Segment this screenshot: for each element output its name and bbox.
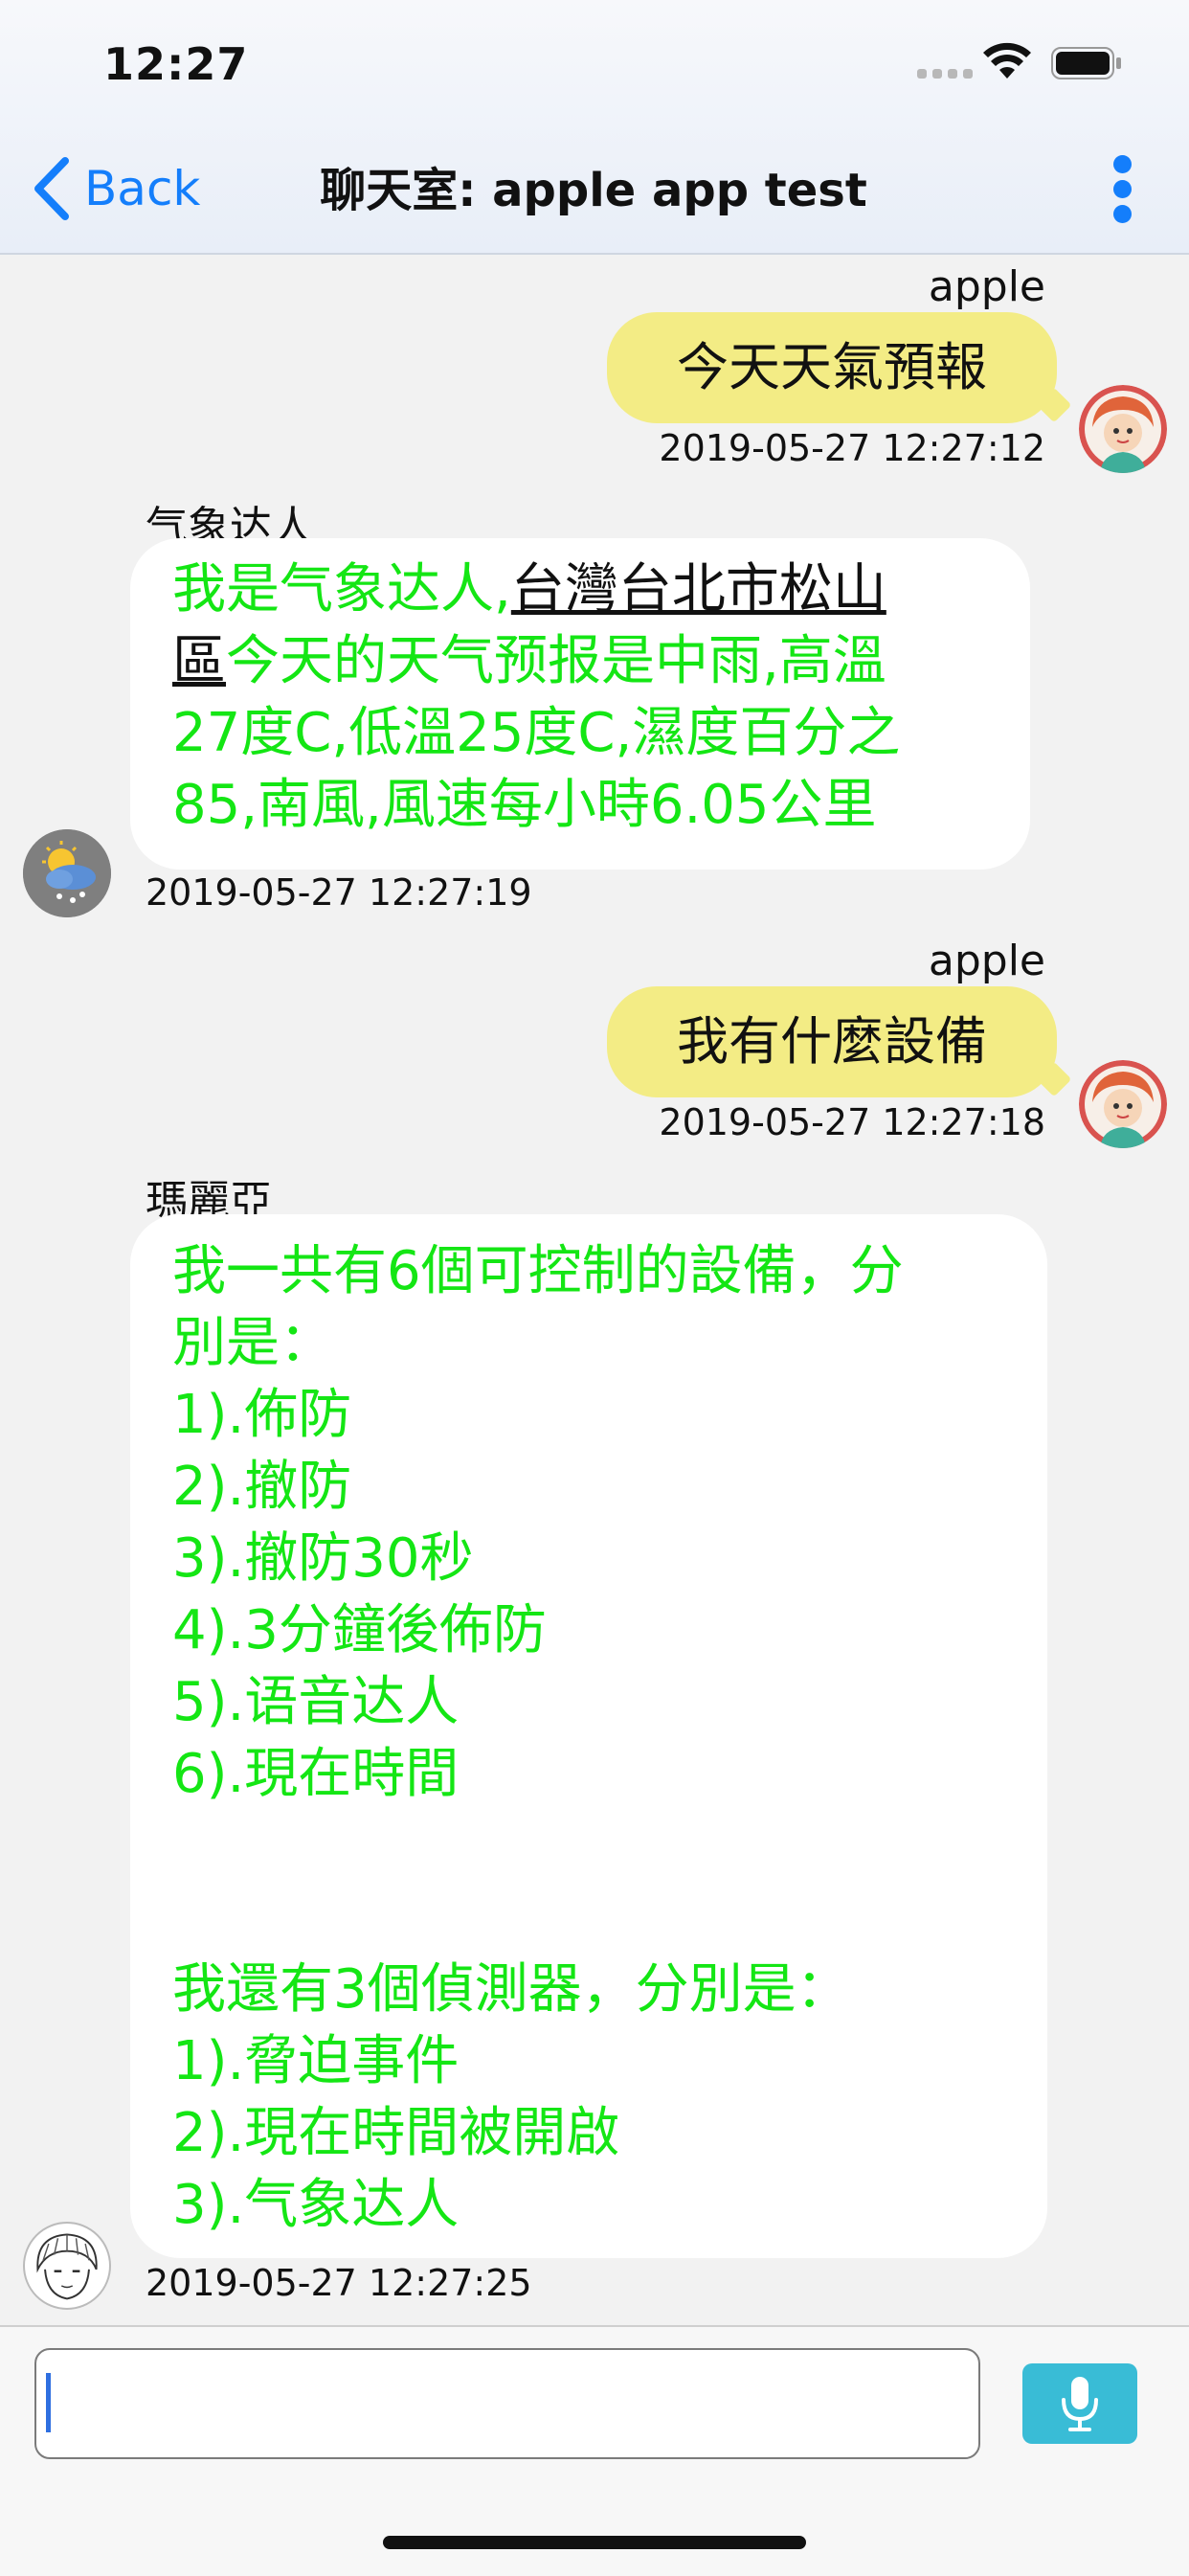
user-avatar-icon [1079, 1060, 1167, 1148]
more-vertical-icon [1113, 155, 1132, 173]
bot-message-bubble[interactable]: 我是气象达人,台灣台北市松山 區今天的天气预报是中雨,高溫 27度C,低溫25度… [130, 538, 1030, 870]
status-time: 12:27 [103, 38, 249, 90]
message-timestamp: 2019-05-27 12:27:18 [659, 1101, 1045, 1143]
battery-icon [1051, 47, 1121, 79]
message-sender: apple [928, 262, 1045, 311]
back-button[interactable]: Back [33, 153, 200, 224]
home-indicator [383, 2536, 806, 2549]
message-text: 我有什麼設備 [677, 1011, 987, 1072]
user-avatar-icon [1079, 385, 1167, 473]
my-message-bubble[interactable]: 今天天氣預報 [607, 312, 1057, 423]
more-options-button[interactable] [1101, 151, 1145, 226]
message-input-bar [0, 2325, 1189, 2576]
cellular-signal-icon [917, 69, 973, 80]
message-timestamp: 2019-05-27 12:27:25 [146, 2262, 532, 2304]
microphone-icon [1062, 2377, 1098, 2431]
sketch-face-icon [36, 2233, 98, 2300]
location-link[interactable]: 台灣台北市松山 [511, 558, 886, 621]
back-label: Back [84, 161, 201, 216]
message-timestamp: 2019-05-27 12:27:12 [659, 427, 1045, 469]
bot-message-bubble[interactable]: 我一共有6個可控制的設備，分 別是： 1).佈防 2).撤防 3).撤防30秒 … [130, 1214, 1047, 2258]
my-avatar[interactable] [1079, 1060, 1167, 1148]
wifi-icon [983, 42, 1031, 79]
page-title: 聊天室: apple app test [320, 164, 867, 217]
my-avatar[interactable] [1079, 385, 1167, 473]
my-message-bubble[interactable]: 我有什麼設備 [607, 986, 1057, 1097]
top-bar: 12:27 Back 聊天室: apple app test [0, 0, 1189, 255]
message-sender: apple [928, 937, 1045, 985]
voice-input-button[interactable] [1022, 2363, 1137, 2444]
weather-cloud-snow-icon [23, 829, 111, 917]
message-text: 今天天氣預報 [677, 337, 987, 397]
weather-bot-avatar[interactable] [23, 829, 111, 917]
text-caret [46, 2373, 51, 2432]
message-input[interactable] [34, 2348, 980, 2459]
chevron-left-icon [34, 157, 69, 220]
maria-bot-avatar[interactable] [23, 2222, 111, 2310]
message-timestamp: 2019-05-27 12:27:19 [146, 871, 532, 914]
location-link[interactable]: 區 [172, 630, 226, 692]
